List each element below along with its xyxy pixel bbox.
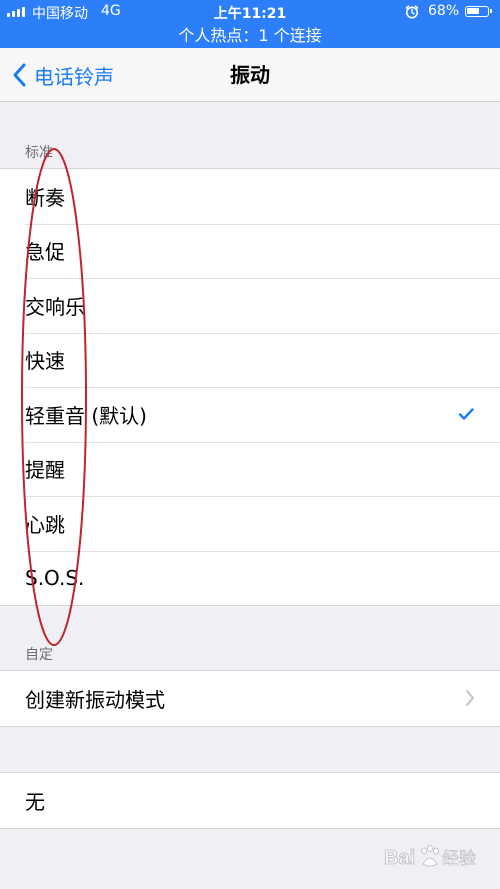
vibration-option-label: 无 xyxy=(25,789,45,814)
battery-percentage: 68% xyxy=(428,3,460,19)
vibration-option[interactable]: 心跳 xyxy=(0,496,500,551)
battery-icon xyxy=(465,6,492,17)
back-button[interactable]: 电话铃声 xyxy=(10,48,114,102)
clock: 上午11:21 xyxy=(213,6,287,22)
vibration-option[interactable]: 快速 xyxy=(0,332,500,388)
checkmark-icon xyxy=(458,408,474,420)
status-bar: 中国移动 4G 上午11:21 68% 个人热点：1 个连接 xyxy=(0,0,500,48)
vibration-option[interactable]: 急促 xyxy=(0,223,500,279)
vibration-option[interactable]: 交响乐 xyxy=(0,278,500,333)
battery-fill xyxy=(467,8,479,14)
custom-vibration-list: 创建新振动模式 xyxy=(0,670,500,727)
create-vibration-label: 创建新振动模式 xyxy=(25,687,165,712)
standard-vibration-list: 断奏 急促 交响乐 快速 轻重音 (默认) 提醒 心跳 S.O.S. xyxy=(0,168,500,606)
svg-text:Bai: Bai xyxy=(384,847,415,869)
vibration-option[interactable]: S.O.S. xyxy=(0,550,500,606)
section-header-custom: 自定 xyxy=(25,647,53,663)
section-header-standard: 标准 xyxy=(25,145,53,161)
navigation-bar: 振动 电话铃声 xyxy=(0,48,500,102)
vibration-option-label: 交响乐 xyxy=(25,294,85,319)
vibration-option-label: 急促 xyxy=(25,240,65,265)
vibration-option-none[interactable]: 无 xyxy=(0,773,500,828)
vibration-option[interactable]: 断奏 xyxy=(0,169,500,224)
vibration-option-label: 快速 xyxy=(25,349,65,374)
battery-nub xyxy=(490,9,492,13)
alarm-icon xyxy=(405,5,419,19)
svg-text:经验: 经验 xyxy=(442,849,476,869)
vibration-option-label: 提醒 xyxy=(25,458,65,483)
vibration-option-label: 轻重音 (默认) xyxy=(25,403,147,428)
back-button-label: 电话铃声 xyxy=(34,64,114,89)
vibration-option-label: 心跳 xyxy=(25,512,65,537)
vibration-option-label: 断奏 xyxy=(25,185,65,210)
chevron-right-icon xyxy=(466,690,474,707)
none-vibration-list: 无 xyxy=(0,772,500,829)
baidu-watermark-logo: Bai 经验 xyxy=(384,845,476,869)
hotspot-banner[interactable]: 个人热点：1 个连接 xyxy=(0,24,500,48)
create-vibration-button[interactable]: 创建新振动模式 xyxy=(0,671,500,726)
vibration-option[interactable]: 提醒 xyxy=(0,441,500,497)
chevron-left-icon xyxy=(13,63,26,87)
vibration-option-selected[interactable]: 轻重音 (默认) xyxy=(0,387,500,442)
vibration-option-label: S.O.S. xyxy=(25,565,85,590)
status-row: 中国移动 4G 上午11:21 68% xyxy=(0,0,500,24)
